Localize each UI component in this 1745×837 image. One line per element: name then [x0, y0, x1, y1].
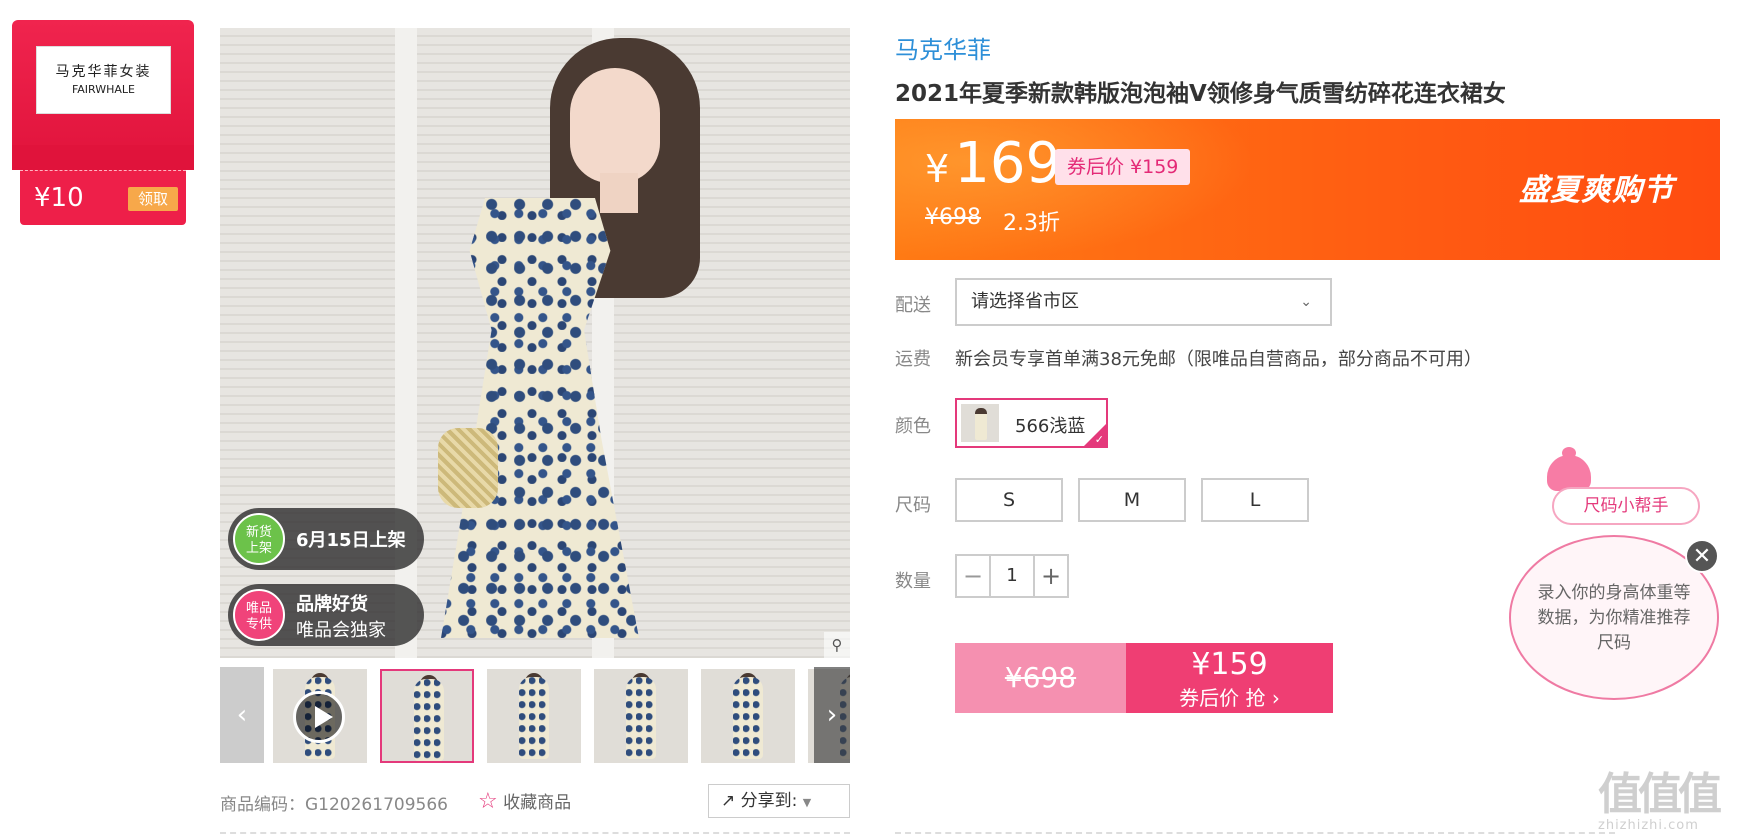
mascot-icon	[1547, 447, 1591, 491]
product-meta-bar: 商品编码：G120261709566 ☆ 收藏商品 ↗ 分享到: ▼	[220, 784, 850, 820]
favorite-button[interactable]: ☆ 收藏商品	[478, 788, 571, 814]
exclusive-badge-icon: 唯品 专供	[233, 589, 285, 641]
original-price: ¥698	[925, 205, 981, 230]
coupon-price-tag: 券后价 ¥159	[1055, 149, 1191, 185]
coupon-amount: ¥10	[34, 183, 84, 213]
share-icon: ↗	[721, 791, 736, 811]
thumbnail-image[interactable]	[380, 669, 474, 763]
thumbnail-figure	[626, 677, 656, 759]
coupon-get-button[interactable]: 领取	[128, 187, 178, 211]
brand-coupon-card[interactable]: 马克华菲女装 FAIRWHALE ¥10 领取	[12, 20, 194, 225]
brand-logo-cn: 马克华菲女装	[55, 64, 152, 80]
star-icon: ☆	[478, 789, 498, 814]
check-icon: ✓	[1094, 433, 1104, 446]
main-product-image[interactable]: 新货 上架 6月15日上架 唯品 专供 品牌好货 唯品会独家 ⚲	[220, 28, 850, 658]
new-arrival-date: 6月15日上架	[296, 530, 406, 551]
quantity-increase-button[interactable]: +	[1033, 556, 1067, 596]
current-price: ¥ 169	[925, 131, 1061, 196]
buy-coupon-button[interactable]: ¥159 券后价 抢 ›	[1126, 643, 1333, 713]
magnifier-icon[interactable]: ⚲	[824, 632, 850, 658]
price-value: 169	[954, 131, 1062, 196]
chevron-down-icon: ⌄	[1300, 294, 1312, 310]
buy-coupon-price: ¥159	[1191, 647, 1268, 682]
promo-title: 盛夏爽购节	[1519, 173, 1674, 208]
brand-logo-en: FAIRWHALE	[71, 83, 136, 96]
thumbnail-strip: ‹ ›	[220, 667, 850, 767]
size-option-m[interactable]: M	[1078, 478, 1186, 522]
play-icon[interactable]	[293, 691, 345, 743]
thumbnail-video[interactable]	[273, 669, 367, 763]
buy-button[interactable]: ¥698 ¥159 券后价 抢 ›	[955, 643, 1333, 713]
thumbnail-image[interactable]	[701, 669, 795, 763]
thumbnail-figure	[519, 677, 549, 759]
model-bag	[438, 428, 498, 508]
brand-logo: 马克华菲女装 FAIRWHALE	[36, 46, 171, 114]
shipping-label: 运费	[895, 349, 931, 370]
size-option-l[interactable]: L	[1201, 478, 1309, 522]
color-option-label: 566浅蓝	[1015, 416, 1086, 437]
quantity-stepper: − 1 +	[955, 554, 1069, 598]
quantity-decrease-button[interactable]: −	[957, 556, 991, 596]
share-label: 分享到:	[740, 791, 798, 811]
color-option-selected[interactable]: 566浅蓝 ✓	[955, 398, 1108, 448]
exclusive-badge: 唯品 专供 品牌好货 唯品会独家	[228, 584, 424, 646]
thumbnail-prev-arrow[interactable]: ‹	[220, 667, 264, 763]
size-helper-widget: 尺码小帮手 录入你的身高体重等数据，为你精准推荐尺码 ✕	[1505, 447, 1725, 705]
model-figure	[570, 68, 660, 183]
thumbnail-image[interactable]	[487, 669, 581, 763]
close-icon[interactable]: ✕	[1685, 539, 1719, 573]
region-select-value: 请选择省市区	[971, 291, 1079, 312]
discount-rate: 2.3折	[1003, 211, 1060, 236]
divider	[895, 832, 1615, 834]
chevron-down-icon: ▼	[802, 796, 812, 809]
new-arrival-badge-icon: 新货 上架	[233, 513, 285, 565]
site-watermark: 值值值 zhizhizhi.com	[1598, 758, 1738, 833]
watermark-logo: 值值值	[1598, 769, 1722, 820]
exclusive-line1: 品牌好货	[296, 594, 368, 615]
product-title: 2021年夏季新款韩版泡泡袖V领修身气质雪纺碎花连衣裙女	[895, 81, 1506, 107]
thumbnail-next-arrow[interactable]: ›	[814, 667, 850, 763]
quantity-label: 数量	[895, 571, 931, 592]
share-dropdown[interactable]: ↗ 分享到: ▼	[708, 784, 850, 818]
divider	[220, 832, 850, 834]
sku-code: 商品编码：G120261709566	[220, 795, 448, 815]
buy-coupon-label: 券后价 抢 ›	[1179, 686, 1280, 710]
exclusive-line2: 唯品会独家	[296, 620, 386, 641]
product-page: 马克华菲女装 FAIRWHALE ¥10 领取 新货 上架 6月15日上架 唯品…	[0, 0, 1745, 837]
quantity-input[interactable]: 1	[993, 556, 1031, 596]
color-swatch-image	[961, 404, 999, 442]
color-label: 颜色	[895, 416, 931, 437]
delivery-label: 配送	[895, 295, 931, 316]
thumbnail-figure	[733, 677, 763, 759]
currency-symbol: ¥	[925, 147, 950, 191]
size-helper-button[interactable]: 尺码小帮手	[1552, 487, 1700, 525]
size-label: 尺码	[895, 495, 931, 516]
thumbnail-figure	[414, 679, 444, 761]
size-option-s[interactable]: S	[955, 478, 1063, 522]
buy-original-price[interactable]: ¥698	[955, 643, 1126, 713]
price-banner: ¥ 169 券后价 ¥159 ¥698 2.3折 盛夏爽购节	[895, 119, 1720, 260]
watermark-domain: zhizhizhi.com	[1598, 818, 1699, 833]
favorite-label: 收藏商品	[503, 793, 572, 813]
model-figure	[600, 173, 638, 213]
shipping-info: 新会员专享首单满38元免邮（限唯品自营商品，部分商品不可用）	[955, 349, 1482, 370]
region-select[interactable]: 请选择省市区 ⌄	[955, 278, 1332, 326]
brand-link[interactable]: 马克华菲	[895, 30, 991, 65]
thumbnail-image[interactable]	[594, 669, 688, 763]
new-arrival-badge: 新货 上架 6月15日上架	[228, 508, 424, 570]
coupon-body: ¥10 领取	[20, 170, 186, 225]
